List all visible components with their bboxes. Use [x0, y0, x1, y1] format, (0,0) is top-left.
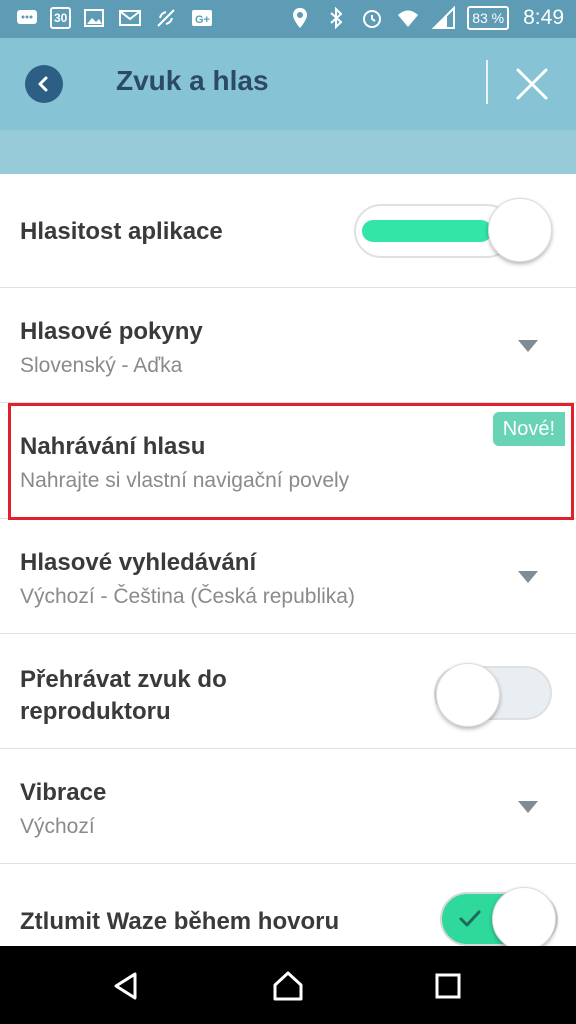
- speaker-toggle[interactable]: [434, 663, 552, 727]
- setting-title: Hlasové vyhledávání: [20, 549, 257, 576]
- status-bar: 30 G+ 83 % 8:49: [0, 0, 576, 38]
- location-icon: [287, 5, 313, 31]
- page-title: Zvuk a hlas: [116, 65, 269, 96]
- toggle-knob[interactable]: [436, 663, 500, 727]
- nav-recents-button[interactable]: [430, 968, 466, 1004]
- header-band: [0, 130, 576, 174]
- settings-list: Hlasitost aplikace Hlasové pokyny Sloven…: [0, 174, 576, 946]
- setting-mute-during-call: Ztlumit Waze během hovoru: [0, 864, 576, 946]
- checkmark-icon: [459, 910, 481, 927]
- slider-fill: [362, 220, 492, 242]
- setting-subtitle: Výchozí - Čeština (Česká republika): [20, 585, 355, 608]
- app-header: Zvuk a hlas: [0, 38, 576, 130]
- calendar-icon: 30: [50, 7, 72, 29]
- header-divider: [486, 60, 488, 104]
- back-button[interactable]: [25, 65, 63, 103]
- close-icon: [516, 68, 548, 100]
- bluetooth-icon: [323, 5, 349, 31]
- message-icon: [14, 5, 40, 31]
- nav-home-button[interactable]: [270, 968, 306, 1004]
- setting-voice-search[interactable]: Hlasové vyhledávání Výchozí - Čeština (Č…: [0, 519, 576, 634]
- dropdown-arrow-icon: [518, 340, 538, 352]
- setting-vibration[interactable]: Vibrace Výchozí: [0, 749, 576, 864]
- setting-speaker-playback: Přehrávat zvuk do reproduktoru: [0, 634, 576, 749]
- setting-subtitle: Slovenský - Aďka: [20, 354, 183, 377]
- triangle-back-icon: [114, 972, 137, 1000]
- setting-voice-directions[interactable]: Hlasové pokyny Slovenský - Aďka: [0, 288, 576, 403]
- clock: 8:49: [523, 6, 564, 29]
- home-icon: [273, 971, 303, 1001]
- mute-toggle[interactable]: [440, 887, 558, 946]
- setting-title: Vibrace: [20, 779, 107, 806]
- svg-text:G+: G+: [195, 14, 210, 26]
- signal-icon: [431, 5, 457, 31]
- square-recents-icon: [435, 973, 461, 999]
- alarm-icon: [359, 5, 385, 31]
- battery-indicator: 83 %: [467, 6, 510, 30]
- setting-subtitle: Výchozí: [20, 815, 95, 838]
- dropdown-arrow-icon: [518, 571, 538, 583]
- setting-title: Hlasitost aplikace: [20, 218, 223, 245]
- wifi-icon: [395, 5, 421, 31]
- close-button[interactable]: [510, 62, 554, 106]
- volume-slider[interactable]: [354, 198, 552, 262]
- dropdown-arrow-icon: [518, 801, 538, 813]
- chevron-left-icon: [38, 76, 48, 92]
- wireless-icon: [153, 5, 179, 31]
- highlight-frame: Nové!: [8, 403, 574, 520]
- google-plus-icon: G+: [189, 5, 215, 31]
- toggle-knob[interactable]: [492, 887, 556, 946]
- setting-title: Ztlumit Waze během hovoru: [20, 908, 340, 935]
- setting-title: Hlasové pokyny: [20, 318, 203, 345]
- navigation-bar: [0, 946, 576, 1024]
- slider-knob[interactable]: [488, 198, 552, 262]
- gmail-icon: [117, 5, 143, 31]
- new-badge: Nové!: [492, 412, 565, 446]
- image-icon: [81, 5, 107, 31]
- setting-app-volume: Hlasitost aplikace: [0, 174, 576, 288]
- nav-back-button[interactable]: [108, 968, 144, 1004]
- setting-title: Přehrávat zvuk do reproduktoru: [20, 666, 227, 725]
